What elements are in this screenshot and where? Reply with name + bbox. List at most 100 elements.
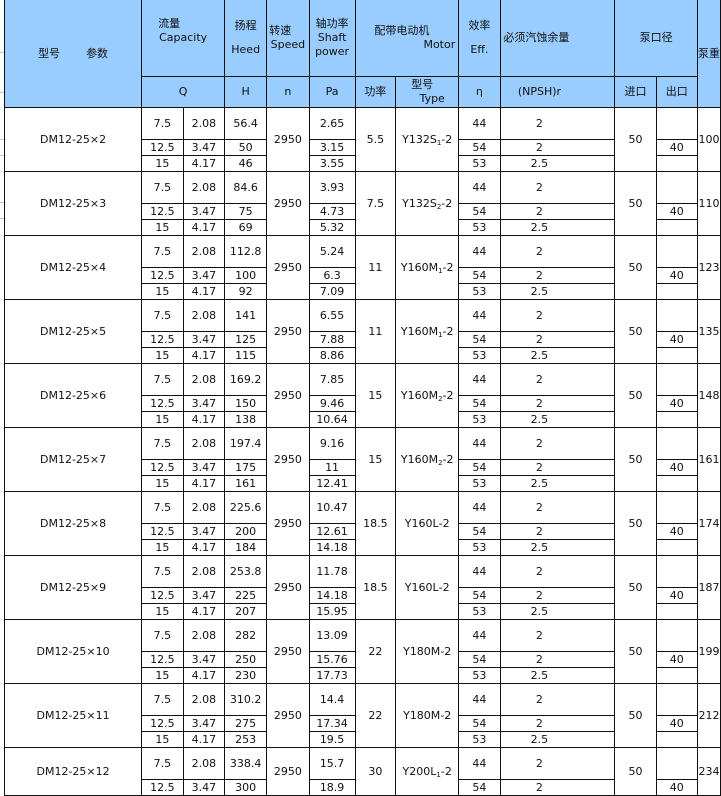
shaft-power-cell: 18.9: [308, 779, 356, 796]
speed-cell: 2950: [266, 747, 310, 796]
capacity-m3h-cell: 12.5: [141, 779, 184, 796]
speed-cell: 2950: [266, 171, 310, 236]
table-row: DM12-25×10 7.5 2.08 282 2950 13.09 22 Y180M-2 44…: [3, 619, 721, 684]
efficiency-cell: 44: [458, 427, 501, 460]
header-inlet: 进口: [614, 76, 657, 108]
head-cell: 253.8: [224, 555, 268, 588]
shaft-power-cell: 7.88: [308, 331, 356, 348]
npsh-cell: 2: [499, 715, 616, 732]
capacity-m3h-cell: 15: [141, 731, 184, 748]
header-type-cn: 型号: [411, 78, 434, 91]
shaft-power-cell: 3.93: [308, 171, 356, 204]
header-npsh-sub: (NPSH)r: [499, 76, 616, 108]
efficiency-cell: 54: [458, 651, 501, 668]
motor-power-cell: 18.5: [354, 491, 397, 556]
head-cell: 141: [224, 299, 268, 332]
npsh-cell: 2: [499, 651, 616, 668]
capacity-m3h-cell: 12.5: [141, 587, 184, 604]
model-cell: DM12-25×5: [3, 299, 143, 364]
motor-type-cell: Y160L-2: [395, 491, 460, 556]
motor-type-cell: Y132S1-2: [395, 107, 460, 172]
efficiency-cell: 54: [458, 267, 501, 284]
motor-type-main: Y132S: [402, 132, 437, 146]
efficiency-cell: 44: [458, 363, 501, 396]
weight-cell: 212: [697, 683, 721, 748]
header-row-1: 型号 参数 流量 Capacity 扬程 Heed 转速 Speed 轴功率 Sh…: [3, 0, 721, 108]
npsh-cell: 2: [499, 491, 616, 524]
header-port: 泵口径: [614, 0, 698, 77]
shaft-power-cell: 15.7: [308, 747, 356, 780]
header-h: H: [224, 76, 268, 108]
table-row: DM12-25×11 7.5 2.08 310.2 2950 14.4 22 Y180M-2 4…: [3, 683, 721, 748]
npsh-cell: 2: [499, 587, 616, 604]
motor-type-tail: -2: [441, 196, 453, 210]
head-cell: 275: [224, 715, 268, 732]
npsh-cell: 2: [499, 171, 616, 204]
capacity-ls-cell: 3.47: [182, 395, 226, 412]
motor-type-cell: Y160M1-2: [395, 235, 460, 300]
shaft-power-cell: 14.4: [308, 683, 356, 716]
capacity-ls-cell: 3.47: [182, 587, 226, 604]
npsh-cell: 2.5: [499, 539, 616, 556]
table-row: DM12-25×4 7.5 2.08 112.8 2950 5.24 11 Y160M1-2 4…: [3, 235, 721, 300]
header-eff-en: Eff.: [470, 43, 489, 56]
npsh-cell: 2: [499, 779, 616, 796]
header-capacity-cn: 流量: [158, 17, 181, 30]
motor-power-cell: 22: [354, 619, 397, 684]
model-cell: DM12-25×2: [3, 107, 143, 172]
outlet-cell: 40: [655, 587, 699, 604]
efficiency-cell: 44: [458, 555, 501, 588]
capacity-ls-cell: 2.08: [182, 235, 226, 268]
inlet-cell: 50: [614, 427, 657, 492]
motor-type-tail: -2: [438, 516, 450, 530]
npsh-cell: 2: [499, 619, 616, 652]
head-cell: 282: [224, 619, 268, 652]
head-cell: 69: [224, 219, 268, 236]
motor-power-cell: 15: [354, 363, 397, 428]
capacity-m3h-cell: 15: [141, 219, 184, 236]
motor-power-cell: 15: [354, 427, 397, 492]
header-speed: 转速 Speed: [266, 0, 310, 77]
motor-type-cell: Y160M1-2: [395, 299, 460, 364]
capacity-ls-cell: 2.08: [182, 555, 226, 588]
table-row: DM12-25×12 7.5 2.08 338.4 2950 15.7 30 Y200L1-2…: [3, 747, 721, 796]
outlet-empty-cell: [655, 603, 699, 620]
inlet-cell: 50: [614, 747, 657, 796]
outlet-cell: 40: [655, 523, 699, 540]
inlet-cell: 50: [614, 619, 657, 684]
efficiency-cell: 53: [458, 283, 501, 300]
inlet-cell: 50: [614, 299, 657, 364]
efficiency-cell: 44: [458, 747, 501, 780]
shaft-power-cell: 10.64: [308, 411, 356, 428]
outlet-empty-cell: [655, 411, 699, 428]
outlet-cell: 40: [655, 139, 699, 156]
outlet-empty-cell: [655, 235, 699, 268]
capacity-ls-cell: 4.17: [182, 539, 226, 556]
efficiency-cell: 53: [458, 219, 501, 236]
shaft-power-cell: 17.73: [308, 667, 356, 684]
capacity-ls-cell: 3.47: [182, 715, 226, 732]
speed-cell: 2950: [266, 555, 310, 620]
capacity-m3h-cell: 7.5: [141, 747, 184, 780]
header-shaft-en1: Shaft: [317, 31, 347, 44]
head-cell: 125: [224, 331, 268, 348]
capacity-m3h-cell: 12.5: [141, 651, 184, 668]
outlet-empty-cell: [655, 747, 699, 780]
head-cell: 100: [224, 267, 268, 284]
capacity-ls-cell: 4.17: [182, 155, 226, 172]
capacity-ls-cell: 3.47: [182, 523, 226, 540]
npsh-cell: 2: [499, 299, 616, 332]
shaft-power-cell: 10.47: [308, 491, 356, 524]
npsh-cell: 2.5: [499, 475, 616, 492]
outlet-cell: 40: [655, 203, 699, 220]
capacity-m3h-cell: 12.5: [141, 331, 184, 348]
header-npsh-cn: 必须汽蚀余量: [503, 31, 570, 44]
outlet-empty-cell: [655, 171, 699, 204]
outlet-cell: 40: [655, 715, 699, 732]
npsh-cell: 2: [499, 107, 616, 140]
model-cell: DM12-25×12: [3, 747, 143, 796]
head-cell: 161: [224, 475, 268, 492]
header-npsh: 必须汽蚀余量: [499, 0, 616, 77]
outlet-cell: 40: [655, 331, 699, 348]
npsh-cell: 2: [499, 139, 616, 156]
